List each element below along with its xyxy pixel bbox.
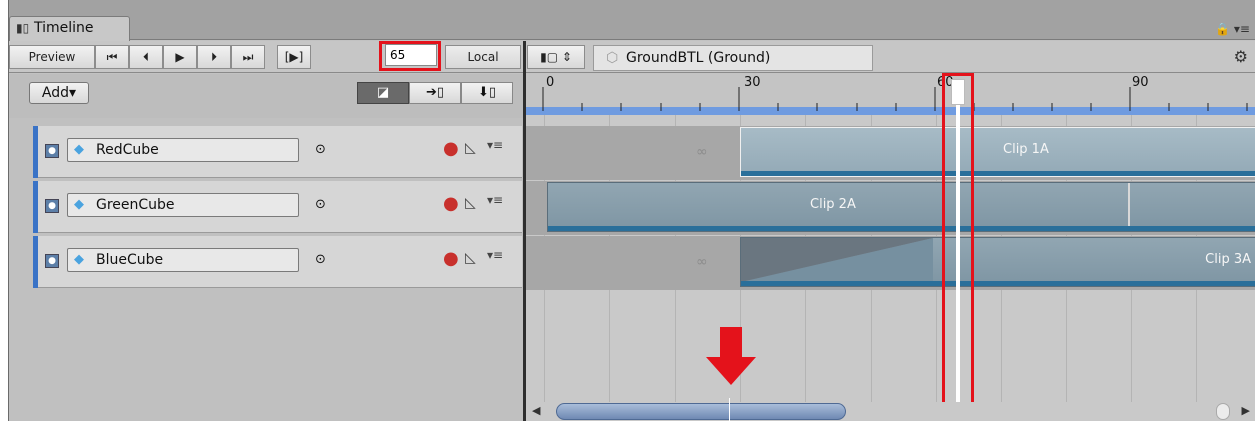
asset-breadcrumb[interactable]: ⬡ GroundBTL (Ground) — [593, 45, 873, 71]
clip-label: Clip 2A — [810, 197, 856, 212]
ripple-icon: ⬇▯ — [477, 85, 497, 100]
clip[interactable]: Clip 1A — [740, 127, 1255, 177]
track-lane[interactable]: ∞ Clip 1A — [526, 126, 1255, 180]
clip-bar — [548, 226, 1255, 231]
time-ruler[interactable]: 0 30 60 90 — [525, 73, 1255, 115]
play-button[interactable]: ▶ — [163, 45, 197, 69]
track-header-greencube[interactable]: ● ◆ GreenCube ⊙ ● ◺ ▾≡ — [33, 181, 522, 233]
clip-label: Clip 3A — [1205, 252, 1251, 267]
curves-icon: ◪ — [376, 85, 390, 100]
timeline-window: ▮▯ Timeline 🔒 ▾≡ Preview ⏮ ⏴ ▶ ⏵ ⏭ [▶] L… — [8, 0, 1255, 421]
track-name: BlueCube — [96, 252, 164, 268]
asset-label: GroundBTL (Ground) — [626, 50, 771, 66]
track-name: RedCube — [96, 142, 159, 158]
track-header-bluecube[interactable]: ● ◆ BlueCube ⊙ ● ◺ ▾≡ — [33, 236, 522, 288]
clip[interactable]: Clip 3A — [740, 237, 1255, 287]
local-button[interactable]: Local — [445, 45, 521, 69]
next-frame-button[interactable]: ⏵ — [197, 45, 231, 69]
tab-row: ▮▯ Timeline 🔒 ▾≡ — [9, 0, 1255, 42]
clip[interactable]: Clip 2A — [547, 182, 1255, 232]
track-toggle-icon[interactable]: ● — [45, 254, 59, 268]
track-header-redcube[interactable]: ● ◆ RedCube ⊙ ● ◺ ▾≡ — [33, 126, 522, 178]
track-binding-field[interactable]: ◆ RedCube — [67, 138, 299, 162]
track-options-button[interactable]: ▮▢ ⇕ — [527, 45, 585, 69]
go-to-start-button[interactable]: ⏮ — [95, 45, 129, 69]
track-menu-icon[interactable]: ▾≡ — [487, 248, 503, 262]
go-to-end-button[interactable]: ⏭ — [231, 45, 265, 69]
playhead[interactable] — [942, 73, 974, 406]
track-binding-field[interactable]: ◆ GreenCube — [67, 193, 299, 217]
mix-button[interactable]: ➔▯ — [409, 82, 461, 104]
track-menu-icon[interactable]: ▾≡ — [487, 138, 503, 152]
go-to-end-icon: ⏭ — [242, 50, 254, 64]
record-icon[interactable]: ● — [443, 248, 459, 269]
previous-frame-icon: ⏴ — [142, 50, 149, 64]
scroll-right-icon[interactable]: ▶ — [1242, 404, 1250, 417]
clip-area[interactable]: ∞ Clip 1A Clip 2A ∞ Clip 3A — [526, 115, 1255, 402]
play-icon: ▶ — [175, 50, 185, 64]
cube-icon: ◆ — [74, 197, 84, 212]
track-header-panel: ● ◆ RedCube ⊙ ● ◺ ▾≡ ● ◆ GreenCube ⊙ ● ◺… — [9, 118, 523, 421]
next-frame-icon: ⏵ — [210, 50, 217, 64]
lock-icon[interactable]: 🔒 ▾≡ — [1215, 22, 1250, 36]
track-toolbar: Add▾ ◪ ➔▯ ⬇▯ — [9, 74, 523, 118]
curve-icon[interactable]: ◺ — [465, 250, 476, 266]
ripple-button[interactable]: ⬇▯ — [461, 82, 513, 104]
object-picker-icon[interactable]: ⊙ — [315, 197, 326, 212]
local-label: Local — [467, 50, 499, 64]
object-picker-icon[interactable]: ⊙ — [315, 142, 326, 157]
ease-in-ramp — [741, 238, 933, 282]
track-stripe — [33, 236, 38, 288]
track-name: GreenCube — [96, 197, 175, 213]
preview-label: Preview — [28, 50, 76, 64]
playhead-handle[interactable] — [951, 79, 965, 105]
track-stripe — [33, 181, 38, 233]
scroll-track-end — [1216, 403, 1230, 420]
preview-button[interactable]: Preview — [9, 45, 95, 69]
track-options-icon: ▮▢ ⇕ — [540, 50, 572, 64]
record-icon[interactable]: ● — [443, 193, 459, 214]
timeline-tab[interactable]: ▮▯ Timeline — [9, 16, 130, 42]
curves-toggle-button[interactable]: ◪ — [357, 82, 409, 104]
go-to-start-icon: ⏮ — [106, 50, 118, 64]
track-toggle-icon[interactable]: ● — [45, 144, 59, 158]
scrollbar-thumb[interactable] — [556, 398, 846, 421]
previous-frame-button[interactable]: ⏴ — [129, 45, 163, 69]
cube-icon: ◆ — [74, 142, 84, 157]
track-lane[interactable]: ∞ Clip 3A — [526, 236, 1255, 290]
timeline-header: ▮▢ ⇕ ⬡ GroundBTL (Ground) ⚙ — [527, 41, 1255, 73]
add-button[interactable]: Add▾ — [29, 82, 89, 104]
tab-title: Timeline — [34, 20, 94, 36]
asset-icon: ⬡ — [606, 50, 619, 66]
track-toggle-icon[interactable]: ● — [45, 199, 59, 213]
playhead-line — [956, 81, 960, 404]
infinity-icon: ∞ — [696, 144, 708, 160]
clip-split-marker — [1128, 183, 1130, 231]
track-menu-icon[interactable]: ▾≡ — [487, 193, 503, 207]
curve-icon[interactable]: ◺ — [465, 195, 476, 211]
clip-bar — [741, 171, 1255, 176]
clip-bar — [741, 281, 1255, 286]
ruler-ticks — [542, 87, 1248, 111]
track-binding-field[interactable]: ◆ BlueCube — [67, 248, 299, 272]
scroll-left-icon[interactable]: ◀ — [532, 404, 540, 417]
horizontal-scrollbar[interactable]: ◀ ▶ — [526, 398, 1255, 421]
curve-icon[interactable]: ◺ — [465, 140, 476, 156]
frame-highlight-box — [379, 41, 441, 71]
track-stripe — [33, 126, 38, 178]
red-arrow-annotation — [706, 327, 756, 385]
infinity-icon: ∞ — [696, 254, 708, 270]
cube-icon: ◆ — [74, 252, 84, 267]
clip-label: Clip 1A — [1003, 142, 1049, 157]
play-range-button[interactable]: [▶] — [277, 45, 311, 69]
add-label: Add▾ — [41, 85, 77, 101]
thumb-playhead-marker — [729, 398, 730, 421]
track-lane[interactable]: Clip 2A — [526, 181, 1255, 235]
timeline-icon: ▮▯ — [16, 21, 30, 35]
settings-gear-icon[interactable]: ⚙ — [1234, 47, 1248, 66]
record-icon[interactable]: ● — [443, 138, 459, 159]
play-range-icon: [▶] — [284, 50, 304, 64]
mix-icon: ➔▯ — [425, 85, 445, 100]
object-picker-icon[interactable]: ⊙ — [315, 252, 326, 267]
